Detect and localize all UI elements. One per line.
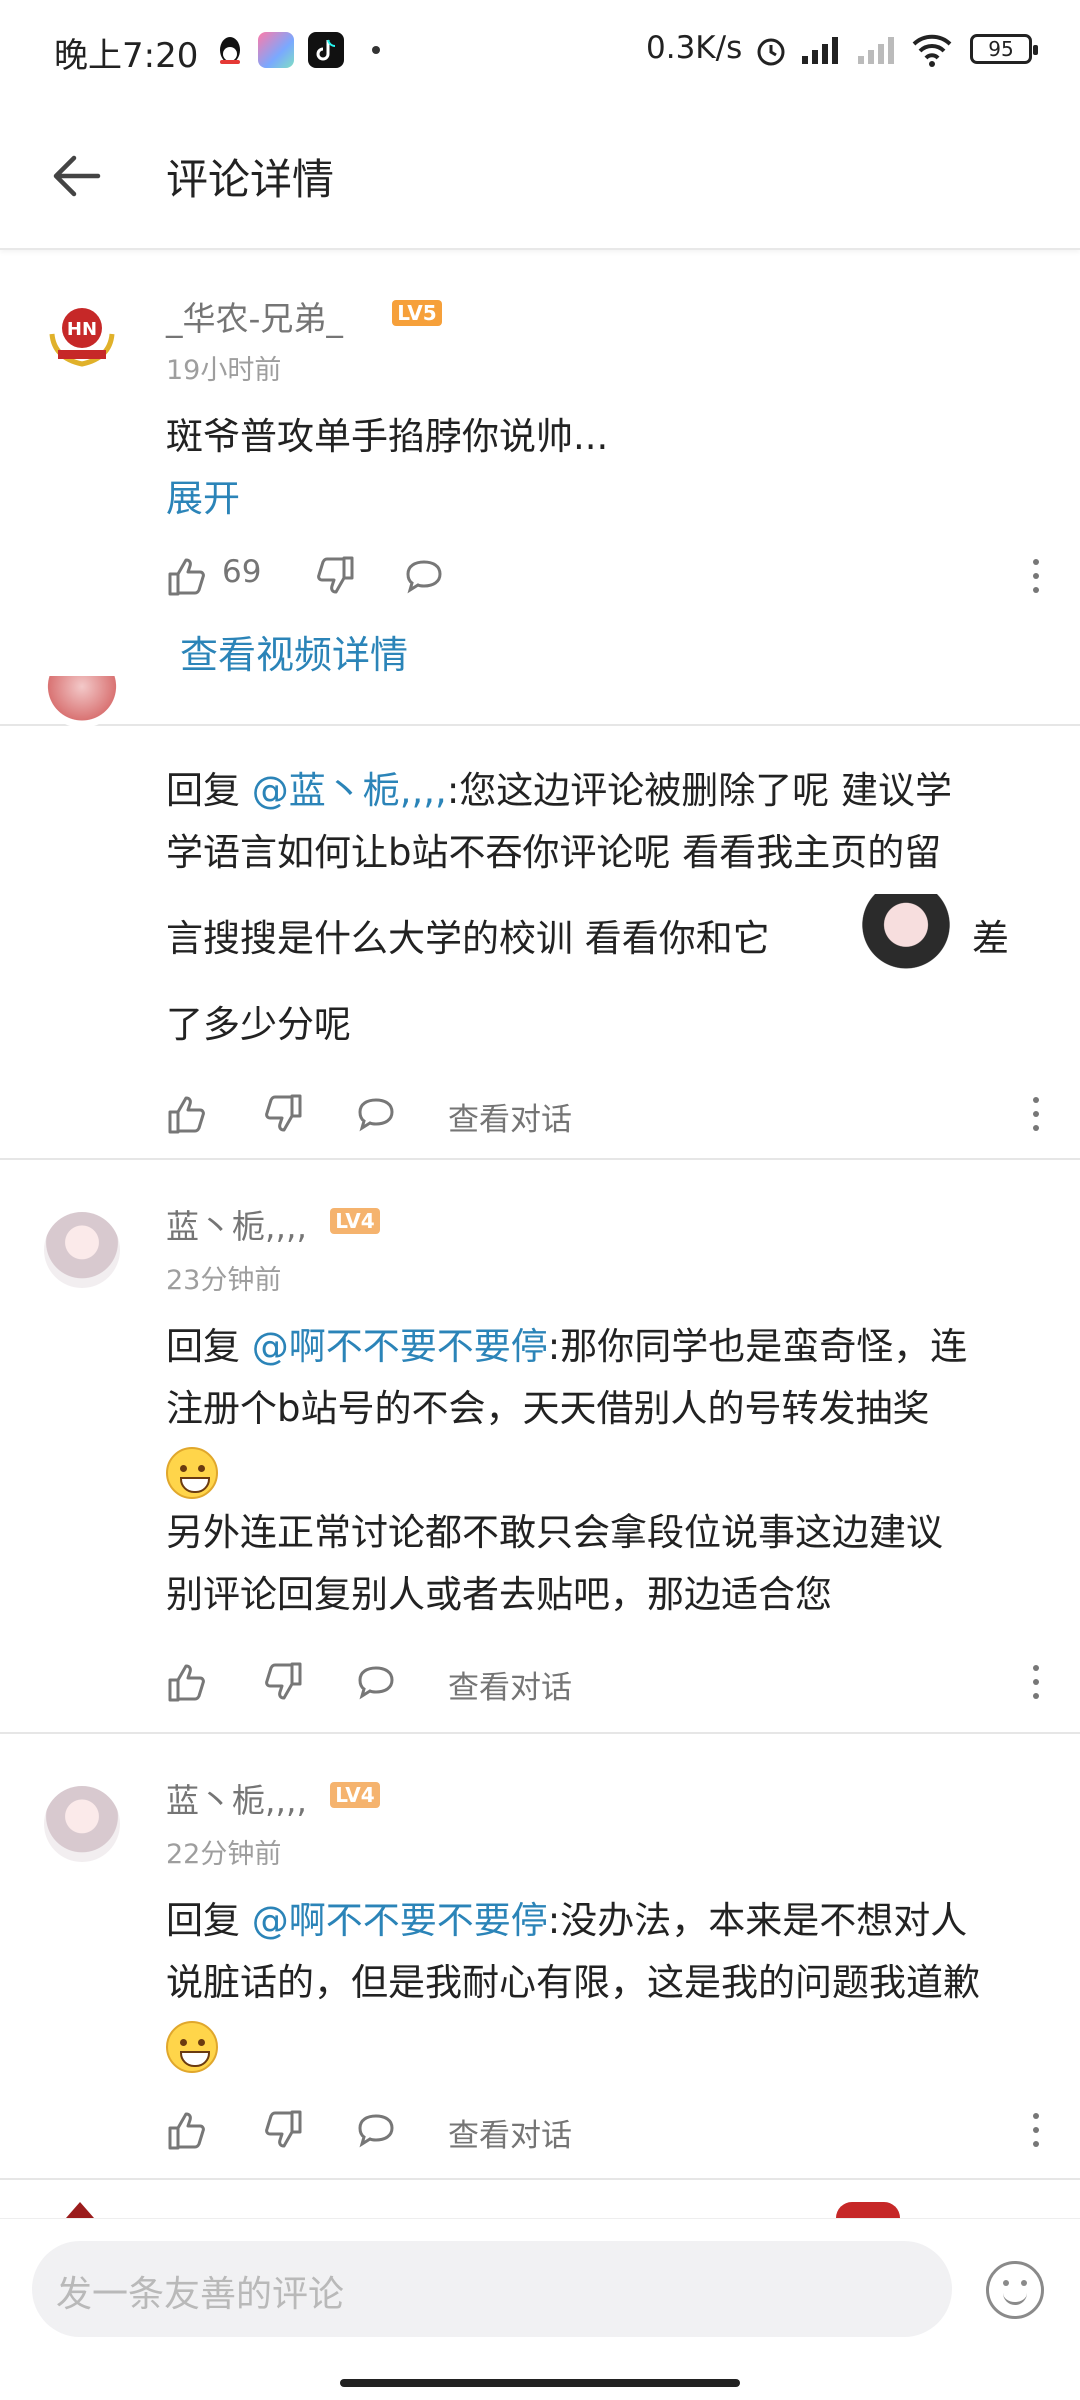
reply-text: 回复 @啊不不要不要停:那你同学也是蛮奇怪，连 注册个b站号的不会，天天借别人的… bbox=[166, 1325, 968, 1616]
comment-actions: 69 bbox=[166, 546, 1046, 606]
dislike-icon[interactable] bbox=[260, 2108, 304, 2152]
like-icon[interactable] bbox=[166, 2108, 210, 2152]
mention-link[interactable]: @啊不不要不要停 bbox=[252, 1899, 548, 1942]
reply-actions: 查看对话 bbox=[166, 2100, 1046, 2160]
arrow-left-icon bbox=[53, 155, 101, 197]
input-placeholder: 发一条友善的评论 bbox=[56, 2274, 345, 2315]
tiktok-icon bbox=[308, 32, 344, 68]
notification-dot-icon bbox=[372, 46, 380, 54]
network-speed: 0.3K/s bbox=[646, 30, 743, 66]
level-badge: LV4 bbox=[330, 1208, 380, 1234]
top-app-bar: 评论详情 bbox=[0, 100, 1080, 250]
battery-indicator: 95 bbox=[970, 34, 1038, 64]
dislike-icon[interactable] bbox=[312, 554, 356, 598]
reply-text: 回复 @蓝丶栀,,,,:您这边评论被删除了呢 建议学 学语言如何让b站不吞你评论… bbox=[166, 769, 1009, 1046]
reply-actions: 查看对话 bbox=[166, 1652, 1046, 1712]
like-count: 69 bbox=[222, 554, 262, 590]
level-badge: LV5 bbox=[392, 300, 442, 326]
dislike-icon[interactable] bbox=[260, 1660, 304, 1704]
reply-time: 22分钟前 bbox=[166, 1839, 282, 1870]
more-options-button[interactable] bbox=[1026, 1660, 1046, 1704]
reply-actions: 查看对话 bbox=[166, 1084, 1046, 1144]
reply-icon[interactable] bbox=[354, 1092, 398, 1136]
status-time: 晚上7:20 bbox=[54, 36, 199, 76]
partial-avatar bbox=[836, 2202, 900, 2218]
comment-input[interactable]: 发一条友善的评论 bbox=[32, 2241, 952, 2337]
reply-text: 回复 @啊不不要不要停:没办法，本来是不想对人 说脏话的，但是我耐心有限，这是我… bbox=[166, 1890, 1056, 2076]
alarm-icon bbox=[754, 34, 788, 72]
signal-secondary-icon bbox=[856, 34, 900, 70]
like-icon[interactable] bbox=[166, 554, 210, 598]
expand-link[interactable]: 展开 bbox=[166, 468, 240, 522]
wifi-icon bbox=[910, 32, 954, 72]
home-indicator[interactable] bbox=[340, 2379, 740, 2387]
more-options-button[interactable] bbox=[1026, 554, 1046, 598]
username[interactable]: 蓝丶栀,,,, bbox=[166, 1200, 307, 1248]
comment-text: 斑爷普攻单手掐脖你说帅... bbox=[166, 415, 609, 458]
sticker-image bbox=[862, 894, 950, 982]
main-comment: HN _华农-兄弟_ LV5 19小时前 斑爷普攻单手掐脖你说帅... 展开 6… bbox=[0, 252, 1080, 724]
status-bar: 晚上7:20 0.3K/s 95 bbox=[0, 0, 1080, 100]
username[interactable]: 蓝丶栀,,,, bbox=[166, 1774, 307, 1822]
reply-item: 蓝丶栀,,,, LV4 23分钟前 回复 @啊不不要不要停:那你同学也是蛮奇怪，… bbox=[0, 1160, 1080, 1732]
level-badge: LV4 bbox=[330, 1782, 380, 1808]
dislike-icon[interactable] bbox=[260, 1092, 304, 1136]
view-conversation-link[interactable]: 查看对话 bbox=[448, 1662, 572, 1707]
more-options-button[interactable] bbox=[1026, 2108, 1046, 2152]
divider bbox=[0, 2178, 1080, 2180]
avatar[interactable]: HN bbox=[44, 294, 120, 370]
more-options-button[interactable] bbox=[1026, 1092, 1046, 1136]
smirk-emoji-icon bbox=[166, 2020, 218, 2073]
reply-item: 回复 @蓝丶栀,,,,:您这边评论被删除了呢 建议学 学语言如何让b站不吞你评论… bbox=[0, 676, 1080, 1158]
reply-item: 蓝丶栀,,,, LV4 22分钟前 回复 @啊不不要不要停:没办法，本来是不想对… bbox=[0, 1734, 1080, 2182]
emoji-picker-icon[interactable] bbox=[986, 2261, 1044, 2319]
username[interactable]: _华农-兄弟_ bbox=[166, 292, 343, 340]
gallery-app-icon bbox=[258, 32, 294, 68]
reply-icon[interactable] bbox=[402, 554, 446, 598]
comment-time: 19小时前 bbox=[166, 355, 282, 386]
mention-link[interactable]: @啊不不要不要停 bbox=[252, 1325, 548, 1368]
comment-input-bar: 发一条友善的评论 bbox=[0, 2218, 1080, 2400]
grin-emoji-icon bbox=[166, 1446, 218, 1499]
qq-icon bbox=[212, 32, 248, 68]
page-title: 评论详情 bbox=[166, 155, 335, 204]
avatar[interactable] bbox=[44, 1786, 120, 1862]
partial-avatar bbox=[66, 2202, 94, 2218]
svg-text:HN: HN bbox=[67, 319, 97, 340]
reply-icon[interactable] bbox=[354, 2108, 398, 2152]
view-conversation-link[interactable]: 查看对话 bbox=[448, 1094, 572, 1139]
like-icon[interactable] bbox=[166, 1092, 210, 1136]
back-button[interactable] bbox=[48, 146, 108, 206]
avatar[interactable] bbox=[44, 1212, 120, 1288]
mention-link[interactable]: @蓝丶栀,,,, bbox=[252, 769, 447, 812]
like-icon[interactable] bbox=[166, 1660, 210, 1704]
view-video-details-link[interactable]: 查看视频详情 bbox=[180, 624, 408, 679]
view-conversation-link[interactable]: 查看对话 bbox=[448, 2110, 572, 2155]
reply-time: 23分钟前 bbox=[166, 1265, 282, 1296]
reply-icon[interactable] bbox=[354, 1660, 398, 1704]
signal-icon bbox=[800, 34, 844, 70]
